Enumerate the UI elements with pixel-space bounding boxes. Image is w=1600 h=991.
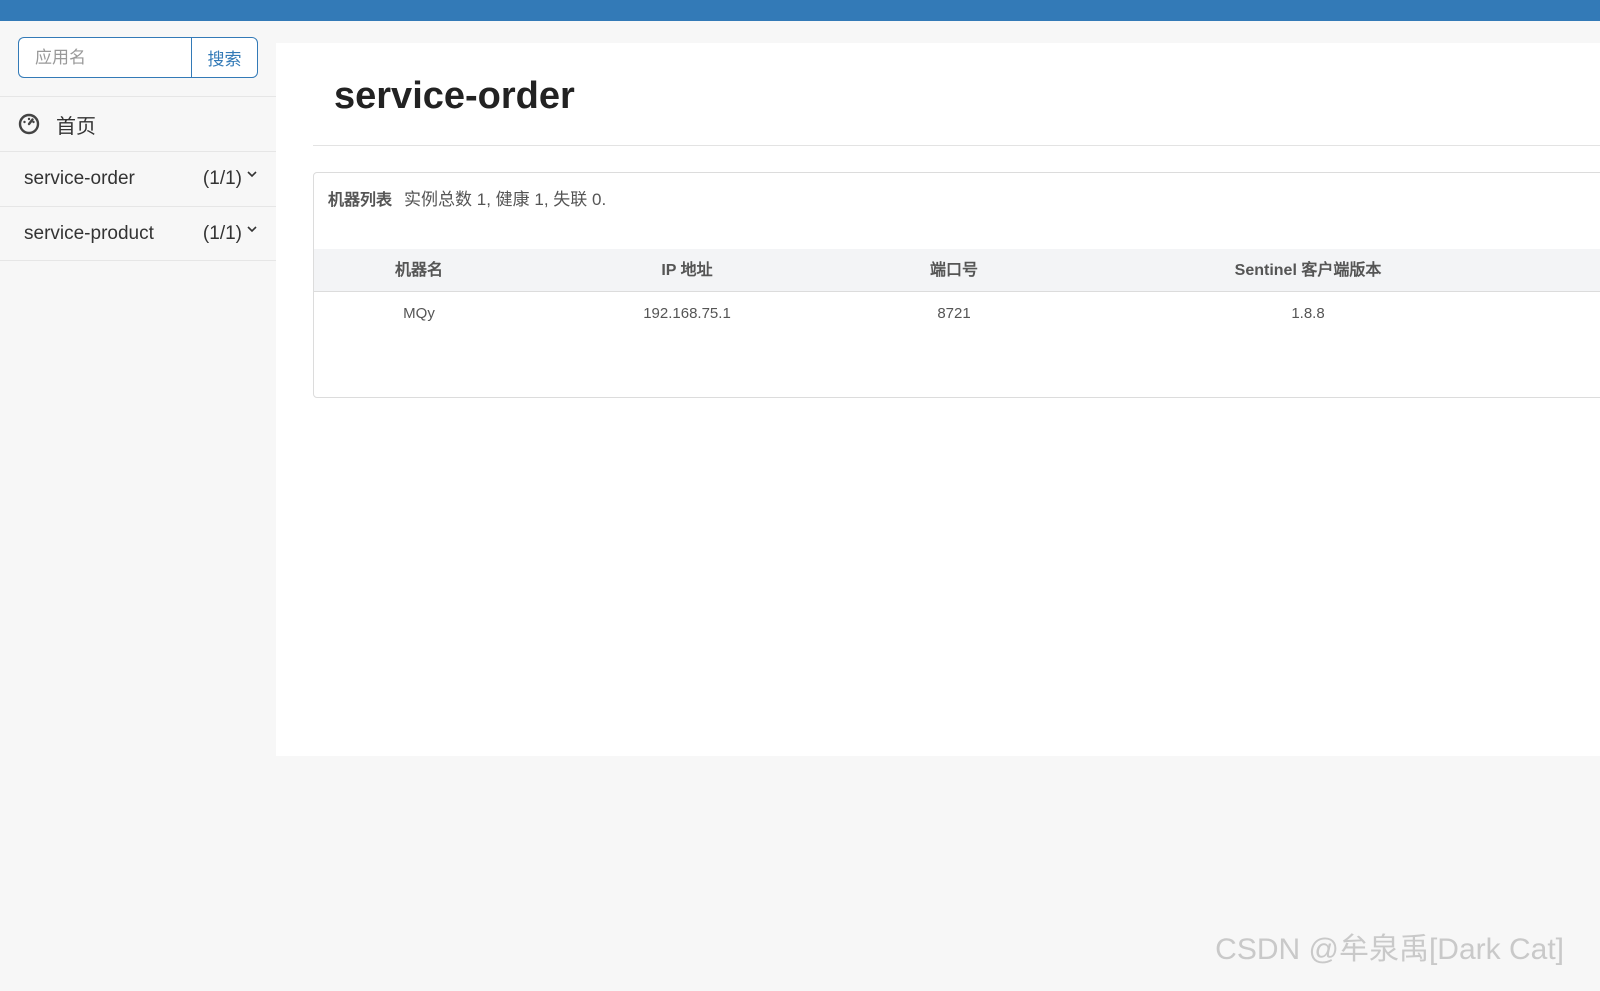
sidebar-item-service-product[interactable]: service-product (1/1) xyxy=(0,206,276,261)
column-header-version: Sentinel 客户端版本 xyxy=(1234,262,1382,279)
search-button[interactable]: 搜索 xyxy=(191,37,258,78)
sidebar: 搜索 首页 service-order (1/1) servic xyxy=(0,21,276,991)
instance-summary: 实例总数 1, 健康 1, 失联 0. xyxy=(404,190,607,209)
cell-hostname: MQy xyxy=(403,305,435,322)
cell-version: 1.8.8 xyxy=(1291,305,1325,322)
chevron-down-icon[interactable] xyxy=(246,223,258,235)
app-instance-count: (1/1) xyxy=(202,168,242,189)
machine-list-header: 机器列表 实例总数 1, 健康 1, 失联 0. xyxy=(328,185,606,210)
sidebar-item-service-order[interactable]: service-order (1/1) xyxy=(0,151,276,206)
main-panel: service-order 机器列表 实例总数 1, 健康 1, 失联 0. 机… xyxy=(276,43,1600,756)
table-header: 机器名 IP 地址 端口号 Sentinel 客户端版本 xyxy=(314,249,1600,292)
dashboard-icon xyxy=(18,113,40,135)
page-title: service-order xyxy=(334,75,575,117)
cell-ip: 192.168.75.1 xyxy=(643,305,731,322)
divider xyxy=(313,145,1600,146)
column-header-ip: IP 地址 xyxy=(661,262,713,279)
column-header-hostname: 机器名 xyxy=(394,262,444,279)
app-name: service-order xyxy=(24,168,135,189)
app-instance-count: (1/1) xyxy=(202,222,242,244)
sidebar-item-label: 首页 xyxy=(56,115,96,138)
machine-list-title: 机器列表 xyxy=(328,192,393,209)
app-search-input[interactable] xyxy=(18,37,191,78)
table-row: MQy 192.168.75.1 8721 1.8.8 xyxy=(314,293,1600,335)
sidebar-nav: 首页 service-order (1/1) service-product (… xyxy=(0,96,276,261)
column-header-port: 端口号 xyxy=(929,262,979,279)
cell-port: 8721 xyxy=(937,305,971,322)
app-name: service-product xyxy=(24,222,154,244)
top-navbar xyxy=(0,0,1600,21)
watermark: CSDN @牟泉禹[Dark Cat] xyxy=(1215,933,1564,966)
sidebar-item-home[interactable]: 首页 xyxy=(0,96,276,151)
machine-list-card: 机器列表 实例总数 1, 健康 1, 失联 0. 机器名 IP 地址 端口号 S… xyxy=(313,172,1600,398)
chevron-down-icon[interactable] xyxy=(246,168,258,180)
app-search: 搜索 xyxy=(18,37,258,78)
